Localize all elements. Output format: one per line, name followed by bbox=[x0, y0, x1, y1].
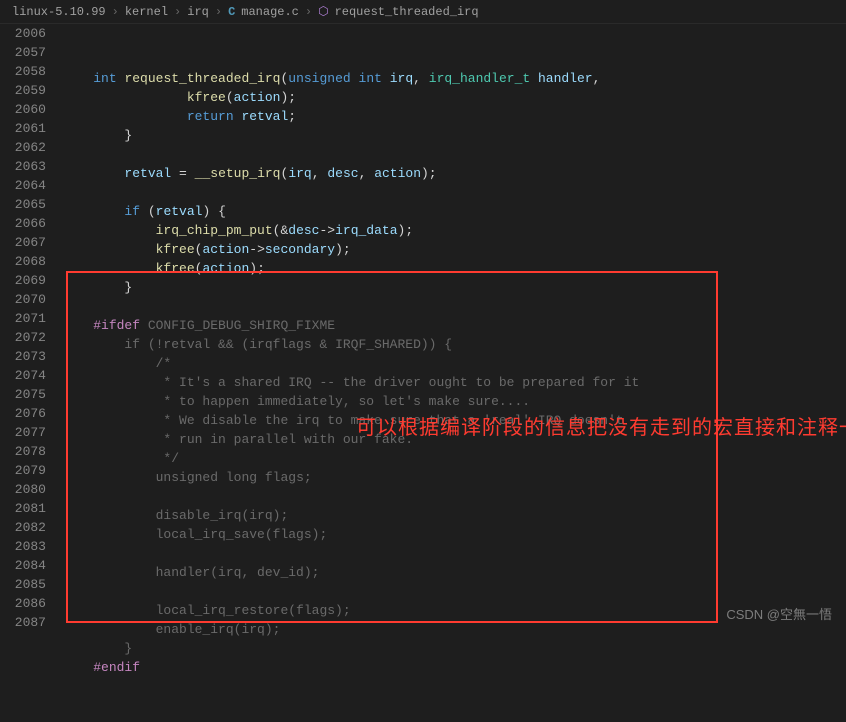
code-line[interactable]: enable_irq(irq); bbox=[62, 620, 846, 639]
line-number: 2086 bbox=[0, 594, 46, 613]
code-line[interactable]: if (!retval && (irqflags & IRQF_SHARED))… bbox=[62, 335, 846, 354]
code-line[interactable]: kfree(action); bbox=[62, 259, 846, 278]
line-number: 2069 bbox=[0, 271, 46, 290]
line-number: 2071 bbox=[0, 309, 46, 328]
code-line[interactable]: kfree(action->secondary); bbox=[62, 240, 846, 259]
line-number: 2061 bbox=[0, 119, 46, 138]
line-number: 2076 bbox=[0, 404, 46, 423]
line-number: 2073 bbox=[0, 347, 46, 366]
line-number: 2087 bbox=[0, 613, 46, 632]
line-number: 2058 bbox=[0, 62, 46, 81]
code-line[interactable]: disable_irq(irq); bbox=[62, 506, 846, 525]
line-number: 2063 bbox=[0, 157, 46, 176]
code-line[interactable]: * We disable the irq to make sure that a… bbox=[62, 411, 846, 430]
line-number: 2074 bbox=[0, 366, 46, 385]
code-line[interactable]: * to happen immediately, so let's make s… bbox=[62, 392, 846, 411]
line-number: 2081 bbox=[0, 499, 46, 518]
line-number: 2065 bbox=[0, 195, 46, 214]
chevron-right-icon: › bbox=[112, 5, 119, 19]
line-number: 2006 bbox=[0, 24, 46, 43]
code-line[interactable]: unsigned long flags; bbox=[62, 468, 846, 487]
code-line[interactable]: handler(irq, dev_id); bbox=[62, 563, 846, 582]
chevron-right-icon: › bbox=[215, 5, 222, 19]
code-line[interactable]: } bbox=[62, 639, 846, 658]
line-number: 2080 bbox=[0, 480, 46, 499]
line-number: 2075 bbox=[0, 385, 46, 404]
code-line[interactable]: irq_chip_pm_put(&desc->irq_data); bbox=[62, 221, 846, 240]
line-number: 2085 bbox=[0, 575, 46, 594]
line-number: 2067 bbox=[0, 233, 46, 252]
code-line[interactable]: } bbox=[62, 278, 846, 297]
line-number: 2078 bbox=[0, 442, 46, 461]
code-line[interactable]: int request_threaded_irq(unsigned int ir… bbox=[62, 69, 846, 88]
line-number: 2079 bbox=[0, 461, 46, 480]
line-number: 2059 bbox=[0, 81, 46, 100]
line-number: 2057 bbox=[0, 43, 46, 62]
code-line[interactable]: if (retval) { bbox=[62, 202, 846, 221]
line-number: 2072 bbox=[0, 328, 46, 347]
breadcrumb-item[interactable]: kernel bbox=[125, 5, 168, 19]
line-number: 2066 bbox=[0, 214, 46, 233]
line-number: 2062 bbox=[0, 138, 46, 157]
code-line[interactable]: #endif bbox=[62, 658, 846, 677]
code-line[interactable] bbox=[62, 297, 846, 316]
code-line[interactable]: #ifdef CONFIG_DEBUG_SHIRQ_FIXME bbox=[62, 316, 846, 335]
line-number: 2083 bbox=[0, 537, 46, 556]
c-file-icon: C bbox=[228, 5, 235, 19]
code-line[interactable]: local_irq_restore(flags); bbox=[62, 601, 846, 620]
code-line[interactable]: local_irq_save(flags); bbox=[62, 525, 846, 544]
line-number: 2084 bbox=[0, 556, 46, 575]
code-line[interactable]: */ bbox=[62, 449, 846, 468]
code-editor[interactable]: 2006205720582059206020612062206320642065… bbox=[0, 24, 846, 629]
code-line[interactable] bbox=[62, 487, 846, 506]
line-number-gutter: 2006205720582059206020612062206320642065… bbox=[0, 24, 62, 629]
code-line[interactable] bbox=[62, 183, 846, 202]
code-line[interactable]: /* bbox=[62, 354, 846, 373]
chevron-right-icon: › bbox=[174, 5, 181, 19]
line-number: 2070 bbox=[0, 290, 46, 309]
code-line[interactable]: kfree(action); bbox=[62, 88, 846, 107]
line-number: 2077 bbox=[0, 423, 46, 442]
breadcrumb[interactable]: linux-5.10.99 › kernel › irq › C manage.… bbox=[0, 0, 846, 24]
code-line[interactable] bbox=[62, 544, 846, 563]
line-number: 2060 bbox=[0, 100, 46, 119]
code-line[interactable]: retval = __setup_irq(irq, desc, action); bbox=[62, 164, 846, 183]
symbol-icon: ⬡ bbox=[318, 4, 328, 19]
breadcrumb-file[interactable]: manage.c bbox=[241, 5, 299, 19]
line-number: 2068 bbox=[0, 252, 46, 271]
chevron-right-icon: › bbox=[305, 5, 312, 19]
code-line[interactable]: * It's a shared IRQ -- the driver ought … bbox=[62, 373, 846, 392]
line-number: 2082 bbox=[0, 518, 46, 537]
code-line[interactable] bbox=[62, 145, 846, 164]
code-line[interactable]: return retval; bbox=[62, 107, 846, 126]
code-line[interactable]: } bbox=[62, 126, 846, 145]
code-line[interactable] bbox=[62, 582, 846, 601]
code-line[interactable]: * run in parallel with our fake. bbox=[62, 430, 846, 449]
breadcrumb-item[interactable]: linux-5.10.99 bbox=[12, 5, 106, 19]
code-area[interactable]: int request_threaded_irq(unsigned int ir… bbox=[62, 24, 846, 629]
breadcrumb-item[interactable]: irq bbox=[187, 5, 209, 19]
breadcrumb-symbol[interactable]: request_threaded_irq bbox=[335, 5, 479, 19]
line-number: 2064 bbox=[0, 176, 46, 195]
